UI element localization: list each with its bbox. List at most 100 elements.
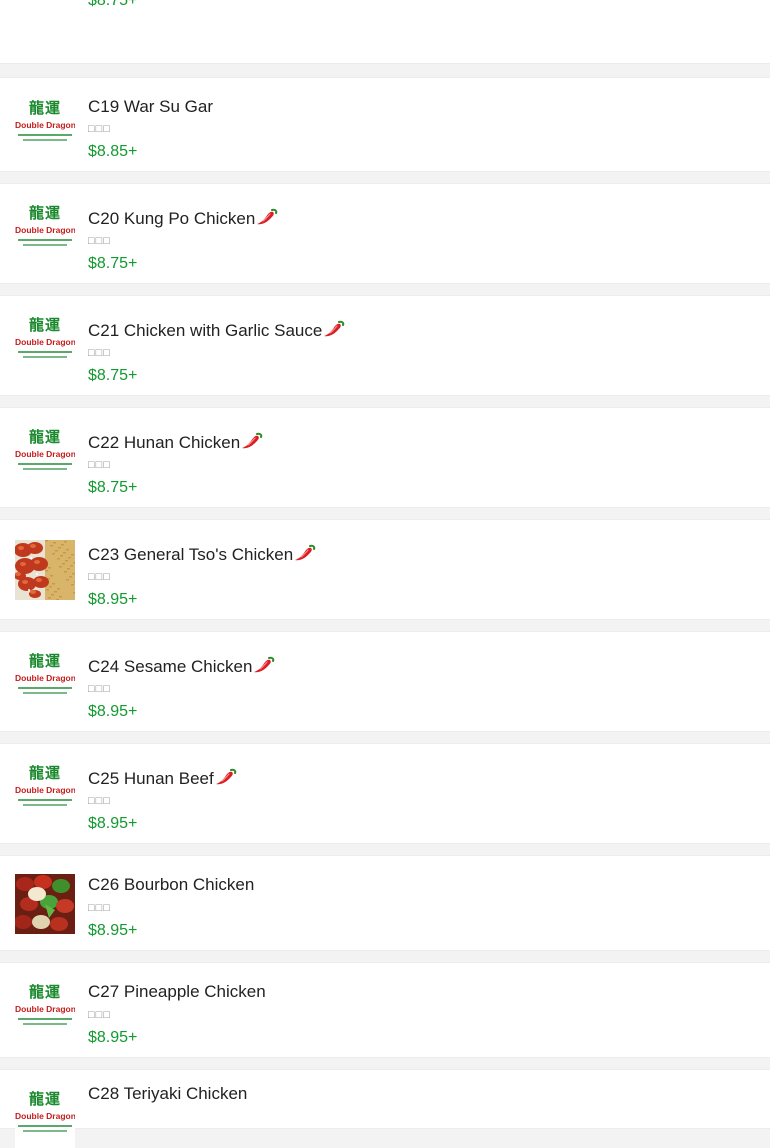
menu-item-name-text: C25 Hunan Beef — [88, 769, 214, 788]
menu-item-name-text: C26 Bourbon Chicken — [88, 875, 255, 894]
logo-tagline-line — [23, 244, 67, 246]
menu-item-price: $8.95+ — [88, 703, 138, 720]
menu-item-image: 龍運 Double Dragon II — [15, 762, 75, 822]
restaurant-logo: 龍運 Double Dragon II — [15, 762, 75, 822]
logo-tagline-line — [18, 1018, 72, 1020]
logo-tagline-line — [23, 468, 67, 470]
restaurant-logo: 龍運 Double Dragon II — [15, 97, 75, 157]
menu-item-description: □□□ — [88, 235, 111, 247]
restaurant-logo: 龍運 Double Dragon II — [15, 426, 75, 486]
menu-item-image — [15, 874, 75, 934]
chili-pepper-icon — [241, 431, 263, 456]
logo-chinese-text: 龍運 — [28, 428, 61, 446]
restaurant-logo: 龍運Double Dragon II — [15, 0, 75, 13]
menu-item[interactable]: 龍運 Double Dragon II C20 Kung Po Chicken □□□… — [0, 183, 770, 284]
menu-item[interactable]: C26 Bourbon Chicken □□□ $8.95+ — [0, 855, 770, 951]
menu-item-description: □□□ — [88, 571, 111, 583]
restaurant-logo: 龍運 Double Dragon II — [15, 314, 75, 374]
menu-item-image: 龍運Double Dragon II — [15, 202, 75, 262]
food-photo — [15, 540, 75, 600]
restaurant-logo: 龍運Double Dragon II — [15, 650, 75, 710]
logo-chinese-text: 龍運 — [28, 1090, 61, 1108]
menu-item-image: 龍運 Double Dragon II — [15, 981, 75, 1041]
logo-chinese-text: 龍運 — [28, 99, 61, 117]
menu-item-name-text: C22 Hunan Chicken — [88, 433, 241, 452]
menu-item-image: 龍運Double Dragon II — [15, 650, 75, 710]
logo-tagline-line — [18, 1125, 72, 1127]
menu-item[interactable]: 龍運 Double Dragon II C25 Hunan Beef □□□ $8.95… — [0, 743, 770, 844]
menu-item[interactable]: 龍運 Double Dragon II C21 Chicken with Garli… — [0, 295, 770, 396]
restaurant-logo: 龍運Double Dragon II — [15, 202, 75, 262]
menu-item-name-text: C19 War Su Gar — [88, 97, 214, 116]
logo-english-text: Double Dragon II — [15, 673, 75, 683]
menu-item[interactable]: 龍運 Double Dragon II C19 War Su Gar □□□ $8.85… — [0, 77, 770, 172]
menu-item-name: C25 Hunan Beef — [88, 767, 237, 792]
logo-english-text: Double Dragon II — [15, 1111, 75, 1121]
menu-item-image: 龍運 Double Dragon II — [15, 97, 75, 157]
menu-item-name-text: C20 Kung Po Chicken — [88, 209, 256, 228]
menu-item-name: C26 Bourbon Chicken — [88, 875, 254, 895]
logo-tagline-line — [23, 804, 67, 806]
menu-item-name-text: C21 Chicken with Garlic Sauce — [88, 321, 323, 340]
logo-tagline-line — [23, 692, 67, 694]
menu-item[interactable]: 龍運 Double Dragon II C22 Hunan Chicken □□□ $8… — [0, 407, 770, 508]
chili-pepper-icon — [253, 655, 275, 680]
menu-item-image: 龍運 Double Dragon II — [15, 314, 75, 374]
logo-english-text: Double Dragon II — [15, 785, 75, 795]
chili-pepper-icon — [294, 543, 316, 568]
food-photo — [15, 874, 75, 934]
menu-item-name: C24 Sesame Chicken — [88, 655, 275, 680]
logo-english-text: Double Dragon II — [15, 120, 75, 130]
logo-tagline-line — [18, 463, 72, 465]
logo-tagline-line — [18, 134, 72, 136]
menu-item-name: C19 War Su Gar — [88, 97, 213, 117]
menu-item[interactable]: 龍運 Double Dragon II C28 Teriyaki Chicken — [0, 1069, 770, 1148]
menu-item-price: $8.95+ — [88, 815, 138, 832]
menu-item-price: $8.75+ — [88, 255, 138, 272]
menu-item-description: □□□ — [88, 683, 111, 695]
restaurant-logo: 龍運 Double Dragon II — [15, 981, 75, 1041]
menu-item-name: C21 Chicken with Garlic Sauce — [88, 319, 345, 344]
logo-english-text: Double Dragon II — [15, 225, 75, 235]
menu-item-price: $8.75+ — [88, 367, 138, 384]
logo-chinese-text: 龍運 — [28, 983, 61, 1001]
menu-item-description: □□□ — [88, 347, 111, 359]
menu-item-name-text: C23 General Tso's Chicken — [88, 545, 294, 564]
chili-pepper-icon — [323, 319, 345, 344]
menu-item-price: $8.95+ — [88, 922, 138, 939]
menu-item-name: C27 Pineapple Chicken — [88, 982, 266, 1002]
restaurant-logo: 龍運 Double Dragon II — [15, 1088, 75, 1148]
chili-pepper-icon — [256, 207, 278, 232]
menu-item-description: □□□ — [88, 459, 111, 471]
menu-item-name: C22 Hunan Chicken — [88, 431, 263, 456]
logo-tagline-line — [23, 139, 67, 141]
menu-item-name: C23 General Tso's Chicken — [88, 543, 316, 568]
menu-item-description: □□□ — [88, 1009, 111, 1021]
menu-item-description: □□□ — [88, 902, 111, 914]
menu-item-price: $8.85+ — [88, 143, 138, 160]
logo-tagline-line — [23, 1130, 67, 1132]
logo-tagline-line — [18, 351, 72, 353]
logo-english-text: Double Dragon II — [15, 1004, 75, 1014]
menu-item-price: $8.75+ — [88, 0, 138, 9]
logo-tagline-line — [18, 799, 72, 801]
logo-english-text: Double Dragon II — [15, 337, 75, 347]
logo-tagline-line — [18, 239, 72, 241]
menu-item-price: $8.95+ — [88, 1029, 138, 1046]
menu-item-description: □□□ — [88, 795, 111, 807]
menu-item-price: $8.75+ — [88, 479, 138, 496]
menu-item[interactable]: C23 General Tso's Chicken □□□ $8.95+ — [0, 519, 770, 620]
menu-item-name-text: C24 Sesame Chicken — [88, 657, 253, 676]
logo-chinese-text: 龍運 — [28, 316, 61, 334]
menu-item-name: C20 Kung Po Chicken — [88, 207, 278, 232]
menu-item[interactable]: 龍運Double Dragon IIC18 Chicken with Snow … — [0, 0, 770, 64]
menu-item-name: C28 Teriyaki Chicken — [88, 1084, 247, 1104]
menu-item-description: □□□ — [88, 123, 111, 135]
menu-item[interactable]: 龍運 Double Dragon II C24 Sesame Chicken □□□ $… — [0, 631, 770, 732]
logo-chinese-text: 龍運 — [28, 764, 61, 782]
menu-item-image: 龍運Double Dragon II — [15, 0, 75, 13]
menu-item[interactable]: 龍運 Double Dragon II C27 Pineapple Chicken □… — [0, 962, 770, 1058]
logo-english-text: Double Dragon II — [15, 449, 75, 459]
menu-item-name-text: C28 Teriyaki Chicken — [88, 1084, 248, 1103]
chili-pepper-icon — [215, 767, 237, 792]
